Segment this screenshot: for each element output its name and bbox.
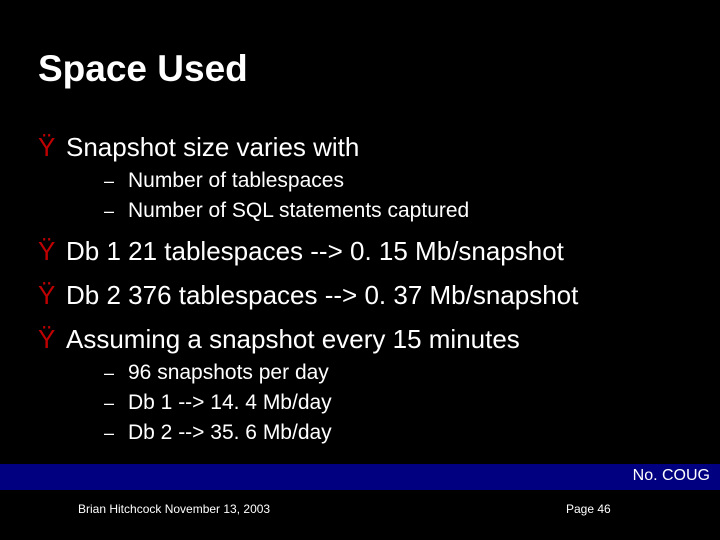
bullet-text: Assuming a snapshot every 15 minutes	[66, 322, 520, 356]
dash-icon: –	[100, 390, 118, 416]
bullet-item: Ÿ Db 2 376 tablespaces --> 0. 37 Mb/snap…	[38, 278, 690, 312]
bullet-text: Db 2 376 tablespaces --> 0. 37 Mb/snapsh…	[66, 278, 578, 312]
footer-page: Page 46	[566, 502, 611, 516]
dash-icon: –	[100, 198, 118, 224]
bullet-icon: Ÿ	[38, 130, 66, 164]
slide-title: Space Used	[38, 48, 248, 90]
bullet-item: Ÿ Assuming a snapshot every 15 minutes	[38, 322, 690, 356]
bullet-text: Db 1 21 tablespaces --> 0. 15 Mb/snapsho…	[66, 234, 564, 268]
subbullet-item: – Number of tablespaces	[38, 168, 690, 194]
slide: Space Used Ÿ Snapshot size varies with –…	[0, 0, 720, 540]
bullet-text: Snapshot size varies with	[66, 130, 359, 164]
dash-icon: –	[100, 360, 118, 386]
bullet-icon: Ÿ	[38, 234, 66, 268]
footer-bar	[0, 464, 720, 490]
dash-icon: –	[100, 168, 118, 194]
bullet-item: Ÿ Db 1 21 tablespaces --> 0. 15 Mb/snaps…	[38, 234, 690, 268]
subbullet-item: – Number of SQL statements captured	[38, 198, 690, 224]
bullet-item: Ÿ Snapshot size varies with	[38, 130, 690, 164]
dash-icon: –	[100, 420, 118, 446]
bullet-icon: Ÿ	[38, 322, 66, 356]
footer-org: No. COUG	[633, 467, 710, 485]
subbullet-text: Db 1 --> 14. 4 Mb/day	[128, 390, 332, 416]
subbullet-item: – Db 2 --> 35. 6 Mb/day	[38, 420, 690, 446]
subbullet-item: – Db 1 --> 14. 4 Mb/day	[38, 390, 690, 416]
subbullet-text: Number of tablespaces	[128, 168, 344, 194]
subbullet-item: – 96 snapshots per day	[38, 360, 690, 386]
slide-content: Ÿ Snapshot size varies with – Number of …	[38, 120, 690, 446]
subbullet-text: 96 snapshots per day	[128, 360, 329, 386]
subbullet-text: Number of SQL statements captured	[128, 198, 469, 224]
subbullet-text: Db 2 --> 35. 6 Mb/day	[128, 420, 332, 446]
footer-author: Brian Hitchcock November 13, 2003	[78, 502, 270, 516]
bullet-icon: Ÿ	[38, 278, 66, 312]
